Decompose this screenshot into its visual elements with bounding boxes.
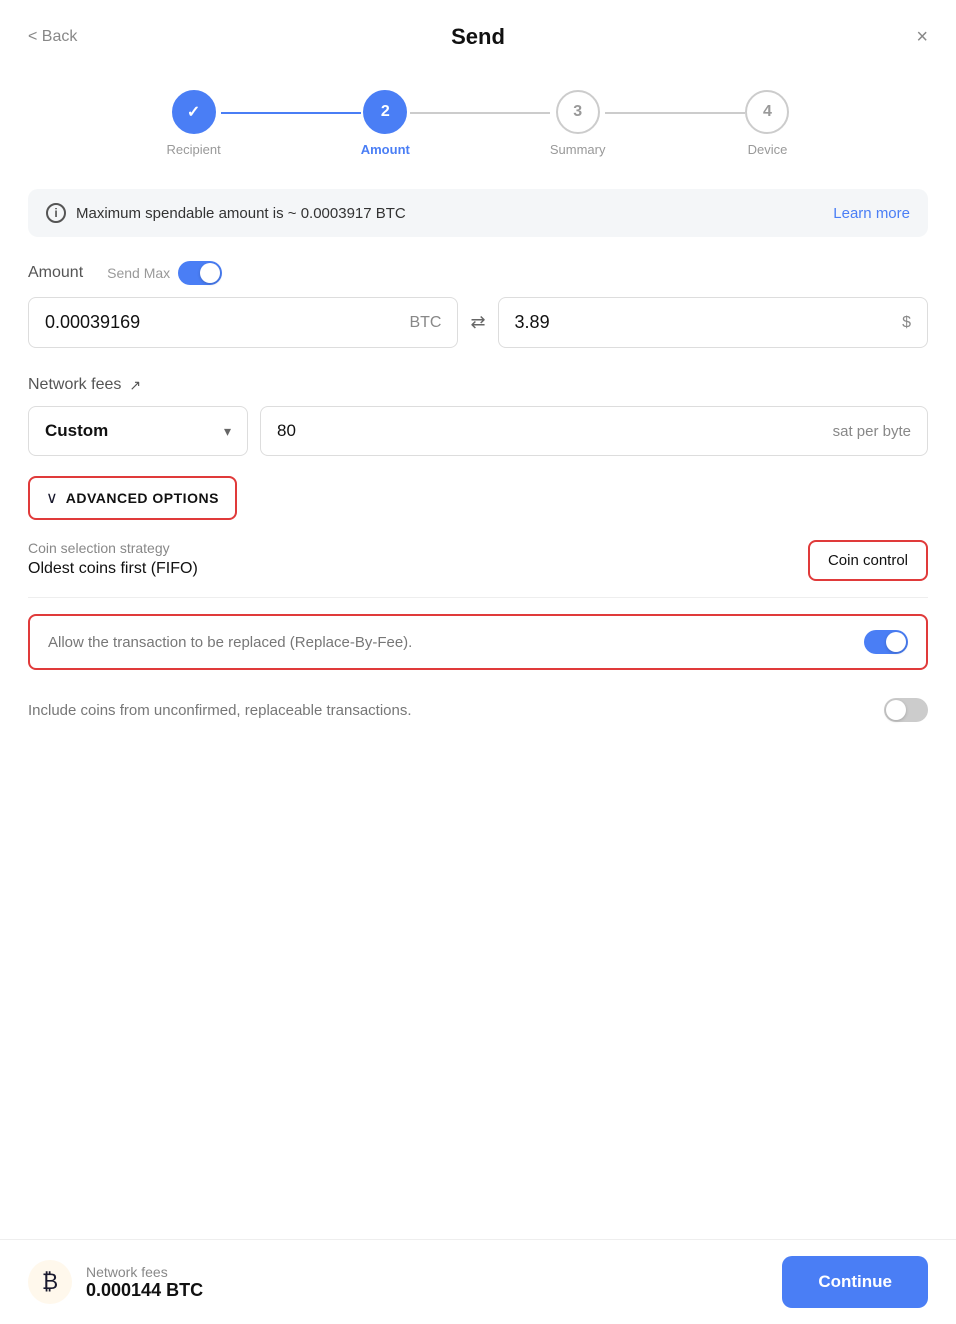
external-link-icon[interactable]: ↗ [129, 377, 141, 394]
step-circle-recipient: ✓ [172, 90, 216, 134]
unconfirmed-toggle-row: Include coins from unconfirmed, replacea… [28, 684, 928, 736]
fees-header: Network fees ↗ [28, 376, 928, 394]
step-connector-2 [410, 112, 550, 114]
bottom-fees-label: Network fees [86, 1264, 203, 1280]
coin-control-button[interactable]: Coin control [808, 540, 928, 581]
bottom-left: ₿ Network fees 0.000144 BTC [28, 1260, 203, 1304]
btc-currency: BTC [409, 314, 441, 332]
continue-button[interactable]: Continue [782, 1256, 928, 1308]
info-banner-text: Maximum spendable amount is ~ 0.0003917 … [76, 205, 406, 222]
step-connector-3 [605, 112, 745, 114]
rbf-toggle-row: Allow the transaction to be replaced (Re… [28, 614, 928, 670]
coin-selection-row: Coin selection strategy Oldest coins fir… [28, 540, 928, 581]
coin-selection-value: Oldest coins first (FIFO) [28, 560, 198, 578]
fiat-amount-input[interactable]: 3.89 $ [498, 297, 928, 348]
step-connector-1 [221, 112, 361, 114]
fees-row: Custom ▾ 80 sat per byte [28, 406, 928, 456]
fees-label: Network fees [28, 376, 121, 394]
main-content: i Maximum spendable amount is ~ 0.000391… [0, 189, 956, 736]
coin-selection-label: Coin selection strategy [28, 540, 198, 556]
step-device[interactable]: 4 Device [745, 90, 789, 157]
info-icon: i [46, 203, 66, 223]
step-label-recipient: Recipient [167, 142, 221, 157]
swap-icon[interactable]: ⇄ [470, 312, 485, 333]
fee-type-select[interactable]: Custom ▾ [28, 406, 248, 456]
divider-1 [28, 597, 928, 598]
step-summary[interactable]: 3 Summary [550, 90, 606, 157]
rbf-label: Allow the transaction to be replaced (Re… [48, 634, 864, 651]
step-label-summary: Summary [550, 142, 606, 157]
advanced-options-button[interactable]: ∨ ADVANCED OPTIONS [28, 476, 237, 520]
step-recipient[interactable]: ✓ Recipient [167, 90, 221, 157]
step-circle-device: 4 [745, 90, 789, 134]
rbf-toggle[interactable] [864, 630, 908, 654]
step-amount[interactable]: 2 Amount [361, 90, 410, 157]
amount-section-header: Amount Send Max [28, 261, 928, 285]
advanced-options-label: ADVANCED OPTIONS [66, 490, 219, 506]
send-max-toggle[interactable] [178, 261, 222, 285]
step-circle-amount: 2 [363, 90, 407, 134]
close-button[interactable]: × [916, 26, 928, 49]
info-banner-left: i Maximum spendable amount is ~ 0.000391… [46, 203, 406, 223]
bottom-fees-value: 0.000144 BTC [86, 1280, 203, 1301]
fee-value-input[interactable]: 80 sat per byte [260, 406, 928, 456]
unconfirmed-label: Include coins from unconfirmed, replacea… [28, 702, 884, 719]
btc-icon: ₿ [28, 1260, 72, 1304]
coin-selection-left: Coin selection strategy Oldest coins fir… [28, 540, 198, 578]
advanced-options-chevron: ∨ [46, 488, 58, 508]
unconfirmed-toggle[interactable] [884, 698, 928, 722]
learn-more-link[interactable]: Learn more [833, 205, 910, 222]
amount-label: Amount [28, 264, 83, 282]
fiat-amount-value: 3.89 [515, 312, 550, 333]
step-circle-summary: 3 [556, 90, 600, 134]
info-banner: i Maximum spendable amount is ~ 0.000391… [28, 189, 928, 237]
fee-unit: sat per byte [833, 423, 911, 440]
step-label-device: Device [748, 142, 788, 157]
step-label-amount: Amount [361, 142, 410, 157]
bottom-bar: ₿ Network fees 0.000144 BTC Continue [0, 1239, 956, 1324]
send-max-label: Send Max [107, 265, 170, 281]
amount-row: 0.00039169 BTC ⇄ 3.89 $ [28, 297, 928, 348]
page-title: Send [451, 24, 505, 50]
bottom-fees-info: Network fees 0.000144 BTC [86, 1264, 203, 1301]
stepper: ✓ Recipient 2 Amount 3 Summary 4 Device [0, 74, 956, 189]
header: < Back Send × [0, 0, 956, 74]
fee-type-label: Custom [45, 421, 108, 441]
back-button[interactable]: < Back [28, 28, 77, 46]
fee-value: 80 [277, 421, 296, 441]
btc-amount-value: 0.00039169 [45, 312, 140, 333]
chevron-down-icon: ▾ [224, 423, 231, 440]
fiat-currency: $ [902, 314, 911, 332]
btc-amount-input[interactable]: 0.00039169 BTC [28, 297, 458, 348]
send-max-row: Send Max [107, 261, 222, 285]
